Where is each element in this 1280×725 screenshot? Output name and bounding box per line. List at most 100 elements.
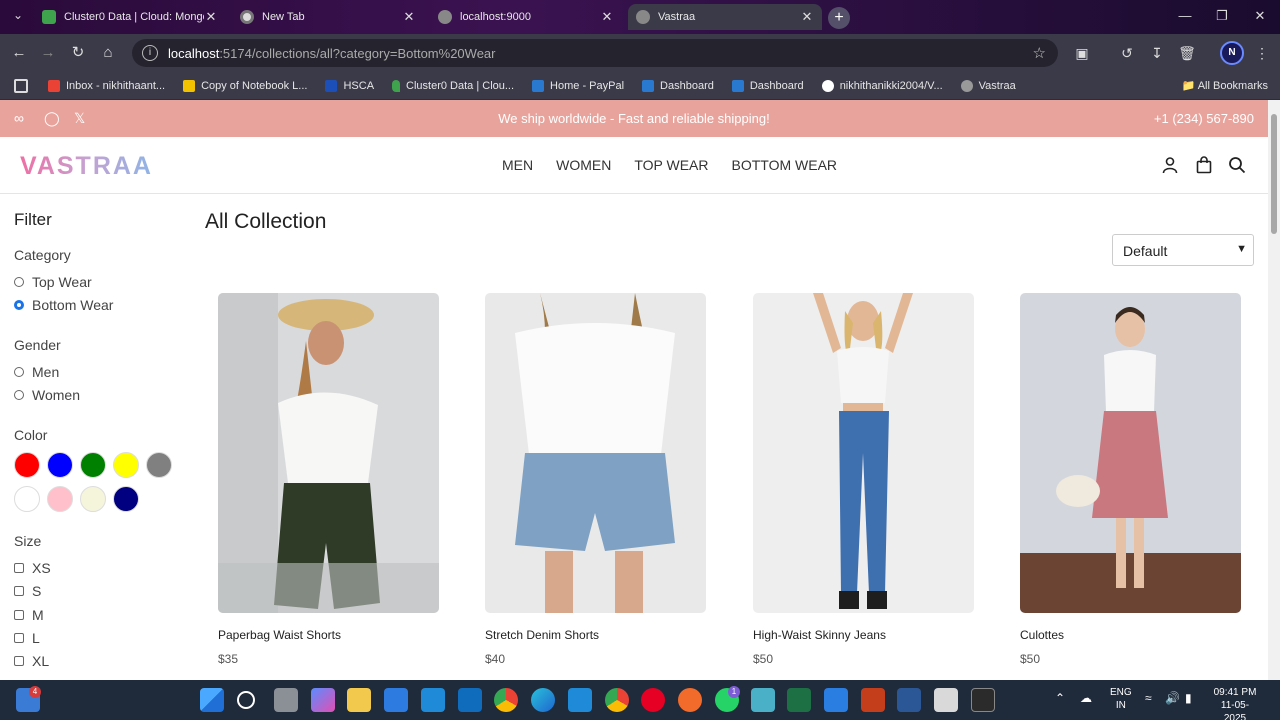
size-option-s[interactable]: S <box>14 583 41 599</box>
color-swatch[interactable] <box>47 486 73 512</box>
color-swatch[interactable] <box>113 486 139 512</box>
maximize-icon[interactable]: ❐ <box>1212 8 1232 24</box>
radio-button[interactable] <box>14 277 24 287</box>
nav-bottom-wear[interactable]: BOTTOM WEAR <box>732 157 838 173</box>
profile-avatar[interactable]: N <box>1220 41 1244 65</box>
bookmark-notebook[interactable]: Copy of Notebook L... <box>183 79 307 92</box>
tab-mongodb[interactable]: Cluster0 Data | Cloud: MongoDB ✕ <box>34 4 226 30</box>
size-option-m[interactable]: M <box>14 607 44 623</box>
back-arrow-icon[interactable]: ← <box>8 42 30 64</box>
address-bar[interactable]: i localhost:5174/collections/all?categor… <box>132 39 1058 67</box>
color-swatch[interactable] <box>146 452 172 478</box>
checkbox[interactable] <box>14 633 24 643</box>
language-indicator[interactable]: ENG IN <box>1110 686 1132 712</box>
chrome-profile-icon[interactable] <box>605 688 629 712</box>
home-icon[interactable]: ⌂ <box>97 42 119 64</box>
site-info-icon[interactable]: i <box>142 45 158 61</box>
clock[interactable]: 09:41 PM 11-05-2025 <box>1210 686 1260 725</box>
chevron-up-icon[interactable]: ⌃ <box>1055 692 1065 705</box>
category-option-bottom-wear[interactable]: Bottom Wear <box>14 297 113 313</box>
chrome-menu-icon[interactable]: ⋮ <box>1252 43 1272 63</box>
close-tab-icon[interactable]: ✕ <box>800 9 814 25</box>
nav-women[interactable]: WOMEN <box>556 157 611 173</box>
radio-button[interactable] <box>14 390 24 400</box>
color-swatch[interactable] <box>47 452 73 478</box>
size-option-l[interactable]: L <box>14 630 40 646</box>
bookmark-paypal-home[interactable]: Home - PayPal <box>532 79 624 92</box>
excel-icon[interactable] <box>787 688 811 712</box>
scrollbar-thumb[interactable] <box>1271 114 1277 234</box>
radio-button[interactable] <box>14 367 24 377</box>
product-card[interactable]: High-Waist Skinny Jeans $50 <box>753 293 974 666</box>
powerpoint-icon[interactable] <box>861 688 885 712</box>
color-swatch[interactable] <box>113 452 139 478</box>
product-image[interactable] <box>753 293 974 613</box>
close-tab-icon[interactable]: ✕ <box>600 9 614 25</box>
page-scrollbar[interactable] <box>1268 100 1280 680</box>
word-icon[interactable] <box>897 688 921 712</box>
product-name[interactable]: Stretch Denim Shorts <box>485 628 706 642</box>
gender-option-men[interactable]: Men <box>14 364 59 380</box>
close-window-icon[interactable]: ✕ <box>1250 8 1270 24</box>
product-card[interactable]: Culottes $50 <box>1020 293 1241 666</box>
nav-top-wear[interactable]: TOP WEAR <box>634 157 708 173</box>
bookmark-gmail[interactable]: Inbox - nikhithaant... <box>48 79 165 92</box>
sort-select[interactable]: Default ▼ <box>1112 234 1254 266</box>
edge-icon[interactable] <box>531 688 555 712</box>
postman-icon[interactable] <box>678 688 702 712</box>
download-icon[interactable]: ↧ <box>1147 43 1167 63</box>
pinterest-icon[interactable] <box>641 688 665 712</box>
color-swatch[interactable] <box>14 486 40 512</box>
tab-new-tab[interactable]: New Tab ✕ <box>232 4 424 30</box>
terminal-icon[interactable] <box>971 688 995 712</box>
tab-vastraa[interactable]: Vastraa ✕ <box>628 4 822 30</box>
bookmark-cluster0[interactable]: Cluster0 Data | Clou... <box>392 79 514 92</box>
product-card[interactable]: Paperbag Waist Shorts $35 <box>218 293 439 666</box>
windows-start-icon[interactable] <box>200 688 224 712</box>
search-icon[interactable] <box>237 691 255 709</box>
search-icon[interactable] <box>1227 156 1247 176</box>
color-swatch[interactable] <box>80 486 106 512</box>
battery-icon[interactable]: ▮ <box>1185 692 1192 705</box>
close-tab-icon[interactable]: ✕ <box>204 9 218 25</box>
volume-icon[interactable]: 🔊 <box>1165 692 1180 705</box>
product-image[interactable] <box>1020 293 1241 613</box>
all-bookmarks-button[interactable]: 📁 All Bookmarks <box>1182 79 1268 92</box>
radio-button-selected[interactable] <box>14 300 24 310</box>
user-icon[interactable] <box>1160 156 1180 176</box>
checkbox[interactable] <box>14 563 24 573</box>
product-name[interactable]: Culottes <box>1020 628 1241 642</box>
gender-option-women[interactable]: Women <box>14 387 80 403</box>
chrome-icon[interactable] <box>494 688 518 712</box>
product-name[interactable]: High-Waist Skinny Jeans <box>753 628 974 642</box>
onedrive-cloud-icon[interactable]: ☁ <box>1080 692 1092 705</box>
trash-icon[interactable]: 🗑 <box>1177 43 1197 63</box>
bookmark-hsca[interactable]: HSCA <box>325 79 374 92</box>
snipping-tool-icon[interactable] <box>934 688 958 712</box>
product-image[interactable] <box>485 293 706 613</box>
size-option-xl[interactable]: XL <box>14 653 49 669</box>
tab-search-chevron-icon[interactable]: ⌄ <box>8 8 28 26</box>
reload-icon[interactable]: ↻ <box>67 42 89 64</box>
extensions-puzzle-icon[interactable]: ▣ <box>1072 43 1092 63</box>
checkbox[interactable] <box>14 586 24 596</box>
new-tab-button[interactable]: + <box>828 7 850 29</box>
bookmark-dashboard-1[interactable]: Dashboard <box>642 79 714 92</box>
outlook-icon[interactable] <box>458 688 482 712</box>
site-logo[interactable]: VASTRAA <box>20 152 153 181</box>
tab-localhost-9000[interactable]: localhost:9000 ✕ <box>430 4 622 30</box>
apps-grid-icon[interactable] <box>14 78 28 93</box>
copilot-icon[interactable] <box>311 688 335 712</box>
checkbox[interactable] <box>14 610 24 620</box>
mysql-workbench-icon[interactable] <box>421 688 445 712</box>
file-explorer-icon[interactable] <box>347 688 371 712</box>
phone-number[interactable]: +1 (234) 567-890 <box>1154 111 1254 126</box>
people-icon[interactable] <box>751 688 775 712</box>
forward-arrow-icon[interactable]: → <box>37 42 59 64</box>
product-image[interactable] <box>218 293 439 613</box>
checkbox[interactable] <box>14 656 24 666</box>
category-option-top-wear[interactable]: Top Wear <box>14 274 92 290</box>
bookmark-star-icon[interactable]: ☆ <box>1033 44 1046 62</box>
product-card[interactable]: Stretch Denim Shorts $40 <box>485 293 706 666</box>
microsoft-store-icon[interactable] <box>384 688 408 712</box>
